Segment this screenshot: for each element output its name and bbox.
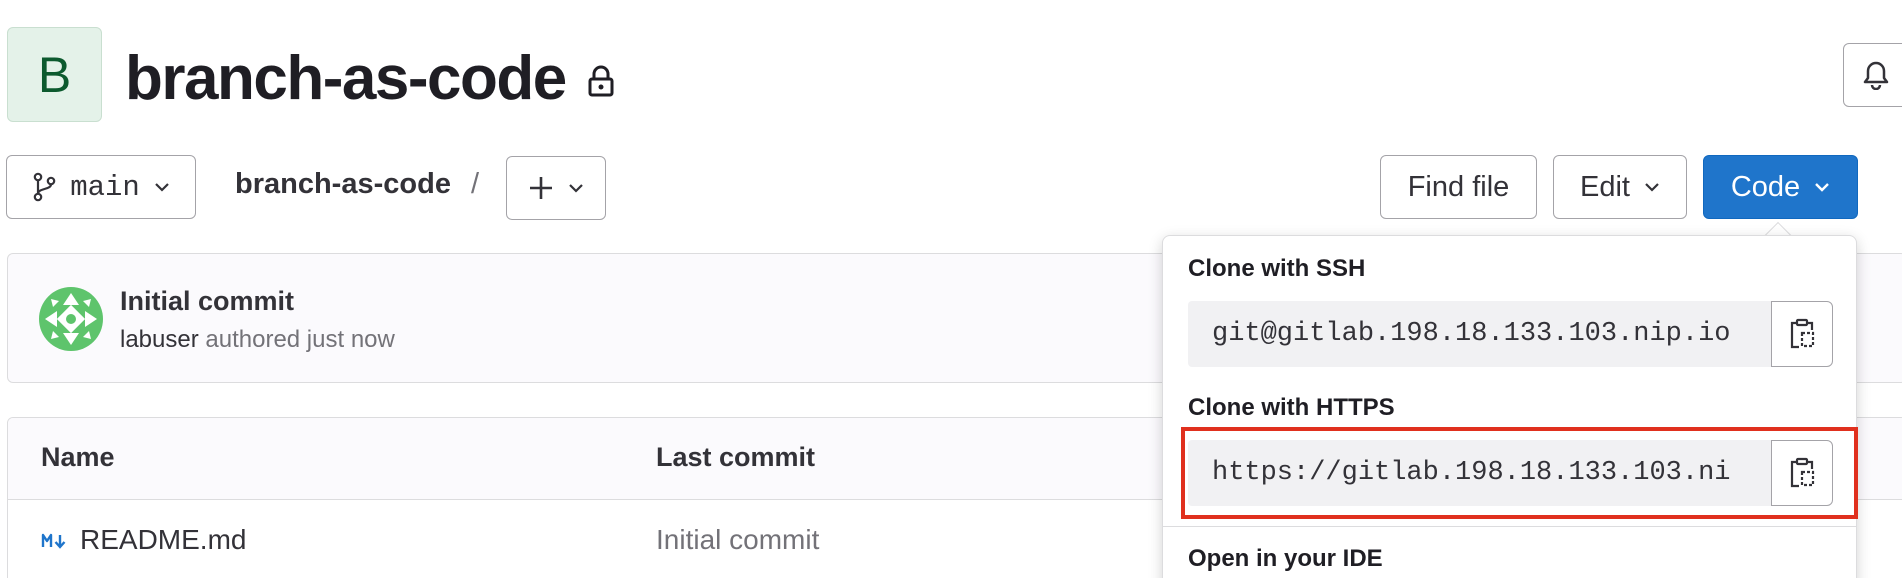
code-button[interactable]: Code	[1703, 155, 1858, 219]
plus-icon	[530, 177, 552, 199]
page-title: branch-as-code	[125, 43, 567, 113]
clipboard-icon	[1790, 318, 1815, 349]
copy-https-button[interactable]	[1771, 440, 1833, 506]
commit-meta: labuser authored just now	[120, 326, 395, 354]
commit-title[interactable]: Initial commit	[120, 286, 294, 317]
chevron-down-icon	[1815, 183, 1830, 192]
user-avatar[interactable]	[39, 287, 103, 351]
clipboard-icon	[1790, 457, 1815, 488]
column-header-last-commit: Last commit	[656, 442, 816, 472]
branch-selector[interactable]: main	[6, 155, 196, 219]
project-header: branch-as-code	[125, 38, 614, 118]
file-last-commit[interactable]: Initial commit	[656, 524, 819, 556]
find-file-label: Find file	[1407, 170, 1510, 203]
column-header-name: Name	[41, 442, 115, 472]
clone-ssh-label: Clone with SSH	[1188, 255, 1366, 282]
branch-name: main	[70, 170, 140, 204]
commit-time: authored just now	[205, 326, 395, 353]
breadcrumb[interactable]: branch-as-code	[235, 168, 451, 201]
chevron-down-icon	[569, 184, 583, 193]
project-avatar-letter: B	[37, 46, 72, 103]
copy-ssh-button[interactable]	[1771, 301, 1833, 367]
clone-ssh-input[interactable]	[1188, 301, 1773, 367]
dropdown-divider	[1163, 526, 1856, 527]
branch-icon	[33, 172, 56, 202]
chevron-down-icon	[155, 183, 169, 192]
clone-https-group	[1188, 440, 1833, 506]
edit-button[interactable]: Edit	[1553, 155, 1687, 219]
open-in-ide-label: Open in your IDE	[1188, 545, 1383, 572]
commit-author[interactable]: labuser	[120, 326, 199, 353]
markdown-icon	[41, 533, 66, 549]
clone-https-label: Clone with HTTPS	[1188, 394, 1395, 421]
notifications-button[interactable]	[1843, 43, 1902, 107]
clone-ssh-group	[1188, 301, 1833, 367]
chevron-down-icon	[1645, 183, 1659, 192]
code-dropdown: Clone with SSH Clone with HTTPS Open in …	[1162, 235, 1857, 578]
project-avatar: B	[7, 27, 102, 122]
bell-icon	[1863, 61, 1889, 90]
find-file-button[interactable]: Find file	[1380, 155, 1537, 219]
edit-label: Edit	[1580, 170, 1630, 203]
file-name[interactable]: README.md	[80, 524, 246, 556]
lock-icon	[588, 65, 614, 97]
clone-https-input[interactable]	[1188, 440, 1773, 506]
code-label: Code	[1730, 170, 1801, 203]
add-file-dropdown[interactable]	[506, 156, 606, 220]
breadcrumb-separator: /	[471, 168, 480, 200]
